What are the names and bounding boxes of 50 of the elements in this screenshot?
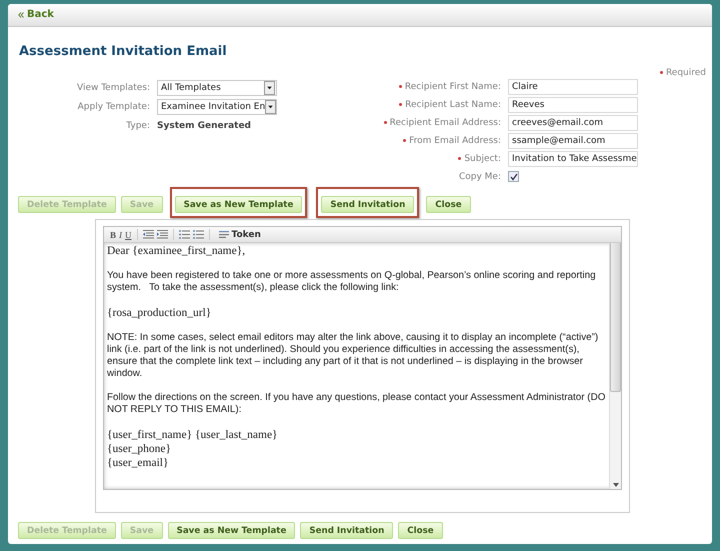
bold-button[interactable]: B <box>110 230 116 240</box>
required-dot-icon <box>660 71 663 74</box>
action-button[interactable]: Close <box>398 522 443 540</box>
page-title: Assessment Invitation Email <box>19 44 228 60</box>
field-label: Type: <box>126 120 150 131</box>
input-field[interactable]: creeves@email.com <box>508 114 638 131</box>
email-paragraph: NOTE: In some cases, select email editors may alter the link above, causing it to display an incomplete (“active”) link (i.e. part of the link is not underlined). Should you experience difficulties in accessing the assessment(s), ensure that the complete link text – including any part of it that is not underlined – is displaying in the browser window. <box>107 332 600 380</box>
field-label: Recipient Email Address: <box>390 118 501 128</box>
token-line: {rosa_production_url} <box>107 306 212 320</box>
required-note: Required <box>666 68 706 78</box>
input-field[interactable]: Reeves <box>508 96 638 113</box>
action-button[interactable]: Send Invitation <box>321 196 414 214</box>
email-greeting: Dear {examinee_first_name}, <box>107 244 246 258</box>
outdent-icon[interactable] <box>142 230 154 240</box>
field-label: Copy Me: <box>458 172 501 182</box>
email-paragraph: Follow the directions on the screen. If you have any questions, please contact your Assessment Administrator (DO NOT REPLY TO THIS EMAIL): <box>107 392 606 416</box>
action-button[interactable]: Send Invitation <box>300 522 394 540</box>
checkbox[interactable] <box>508 171 519 182</box>
field-value: System Generated <box>157 120 252 131</box>
input-field[interactable]: Invitation to Take Assessme <box>508 150 638 167</box>
caret-icon <box>264 80 275 95</box>
scrollbar[interactable] <box>609 243 621 490</box>
underline-button[interactable]: U <box>125 230 132 240</box>
bullet-list-icon[interactable] <box>192 230 204 240</box>
token-line: {user_email} <box>107 456 170 470</box>
caret-icon <box>265 100 276 114</box>
token-line: {user_first_name} {user_last_name} <box>107 428 279 442</box>
action-button[interactable]: Save as New Template <box>174 196 302 214</box>
template-dropdown[interactable]: All Templates <box>157 80 277 96</box>
double-chevron-icon <box>18 12 24 18</box>
indent-icon[interactable] <box>156 230 168 240</box>
action-button[interactable]: Save as New Template <box>168 522 296 540</box>
field-label: Recipient First Name: <box>404 82 501 92</box>
input-field[interactable]: ssample@email.com <box>508 132 638 149</box>
action-button[interactable]: Close <box>426 196 471 214</box>
field-label: View Templates: <box>76 82 150 93</box>
lines-icon <box>218 231 229 238</box>
field-label: Apply Template: <box>78 102 150 112</box>
template-dropdown[interactable]: Examinee Invitation En <box>157 98 277 115</box>
italic-button[interactable]: I <box>119 230 122 240</box>
scroll-down-icon[interactable] <box>612 483 618 488</box>
back-link[interactable]: Back <box>18 9 54 20</box>
numbered-list-icon[interactable] <box>178 230 190 240</box>
input-field[interactable]: Claire <box>508 78 638 95</box>
field-label: Recipient Last Name: <box>405 100 501 110</box>
field-label: From Email Address: <box>409 136 501 146</box>
token-button[interactable]: Token <box>218 230 261 240</box>
field-label: Subject: <box>464 154 501 164</box>
email-paragraph: You have been registered to take one or more assessments on Q-global, Pearson’s online scoring and reporting system. To take the assessment(s), please click the following link: <box>107 270 597 294</box>
token-line: {user_phone} <box>107 442 172 456</box>
